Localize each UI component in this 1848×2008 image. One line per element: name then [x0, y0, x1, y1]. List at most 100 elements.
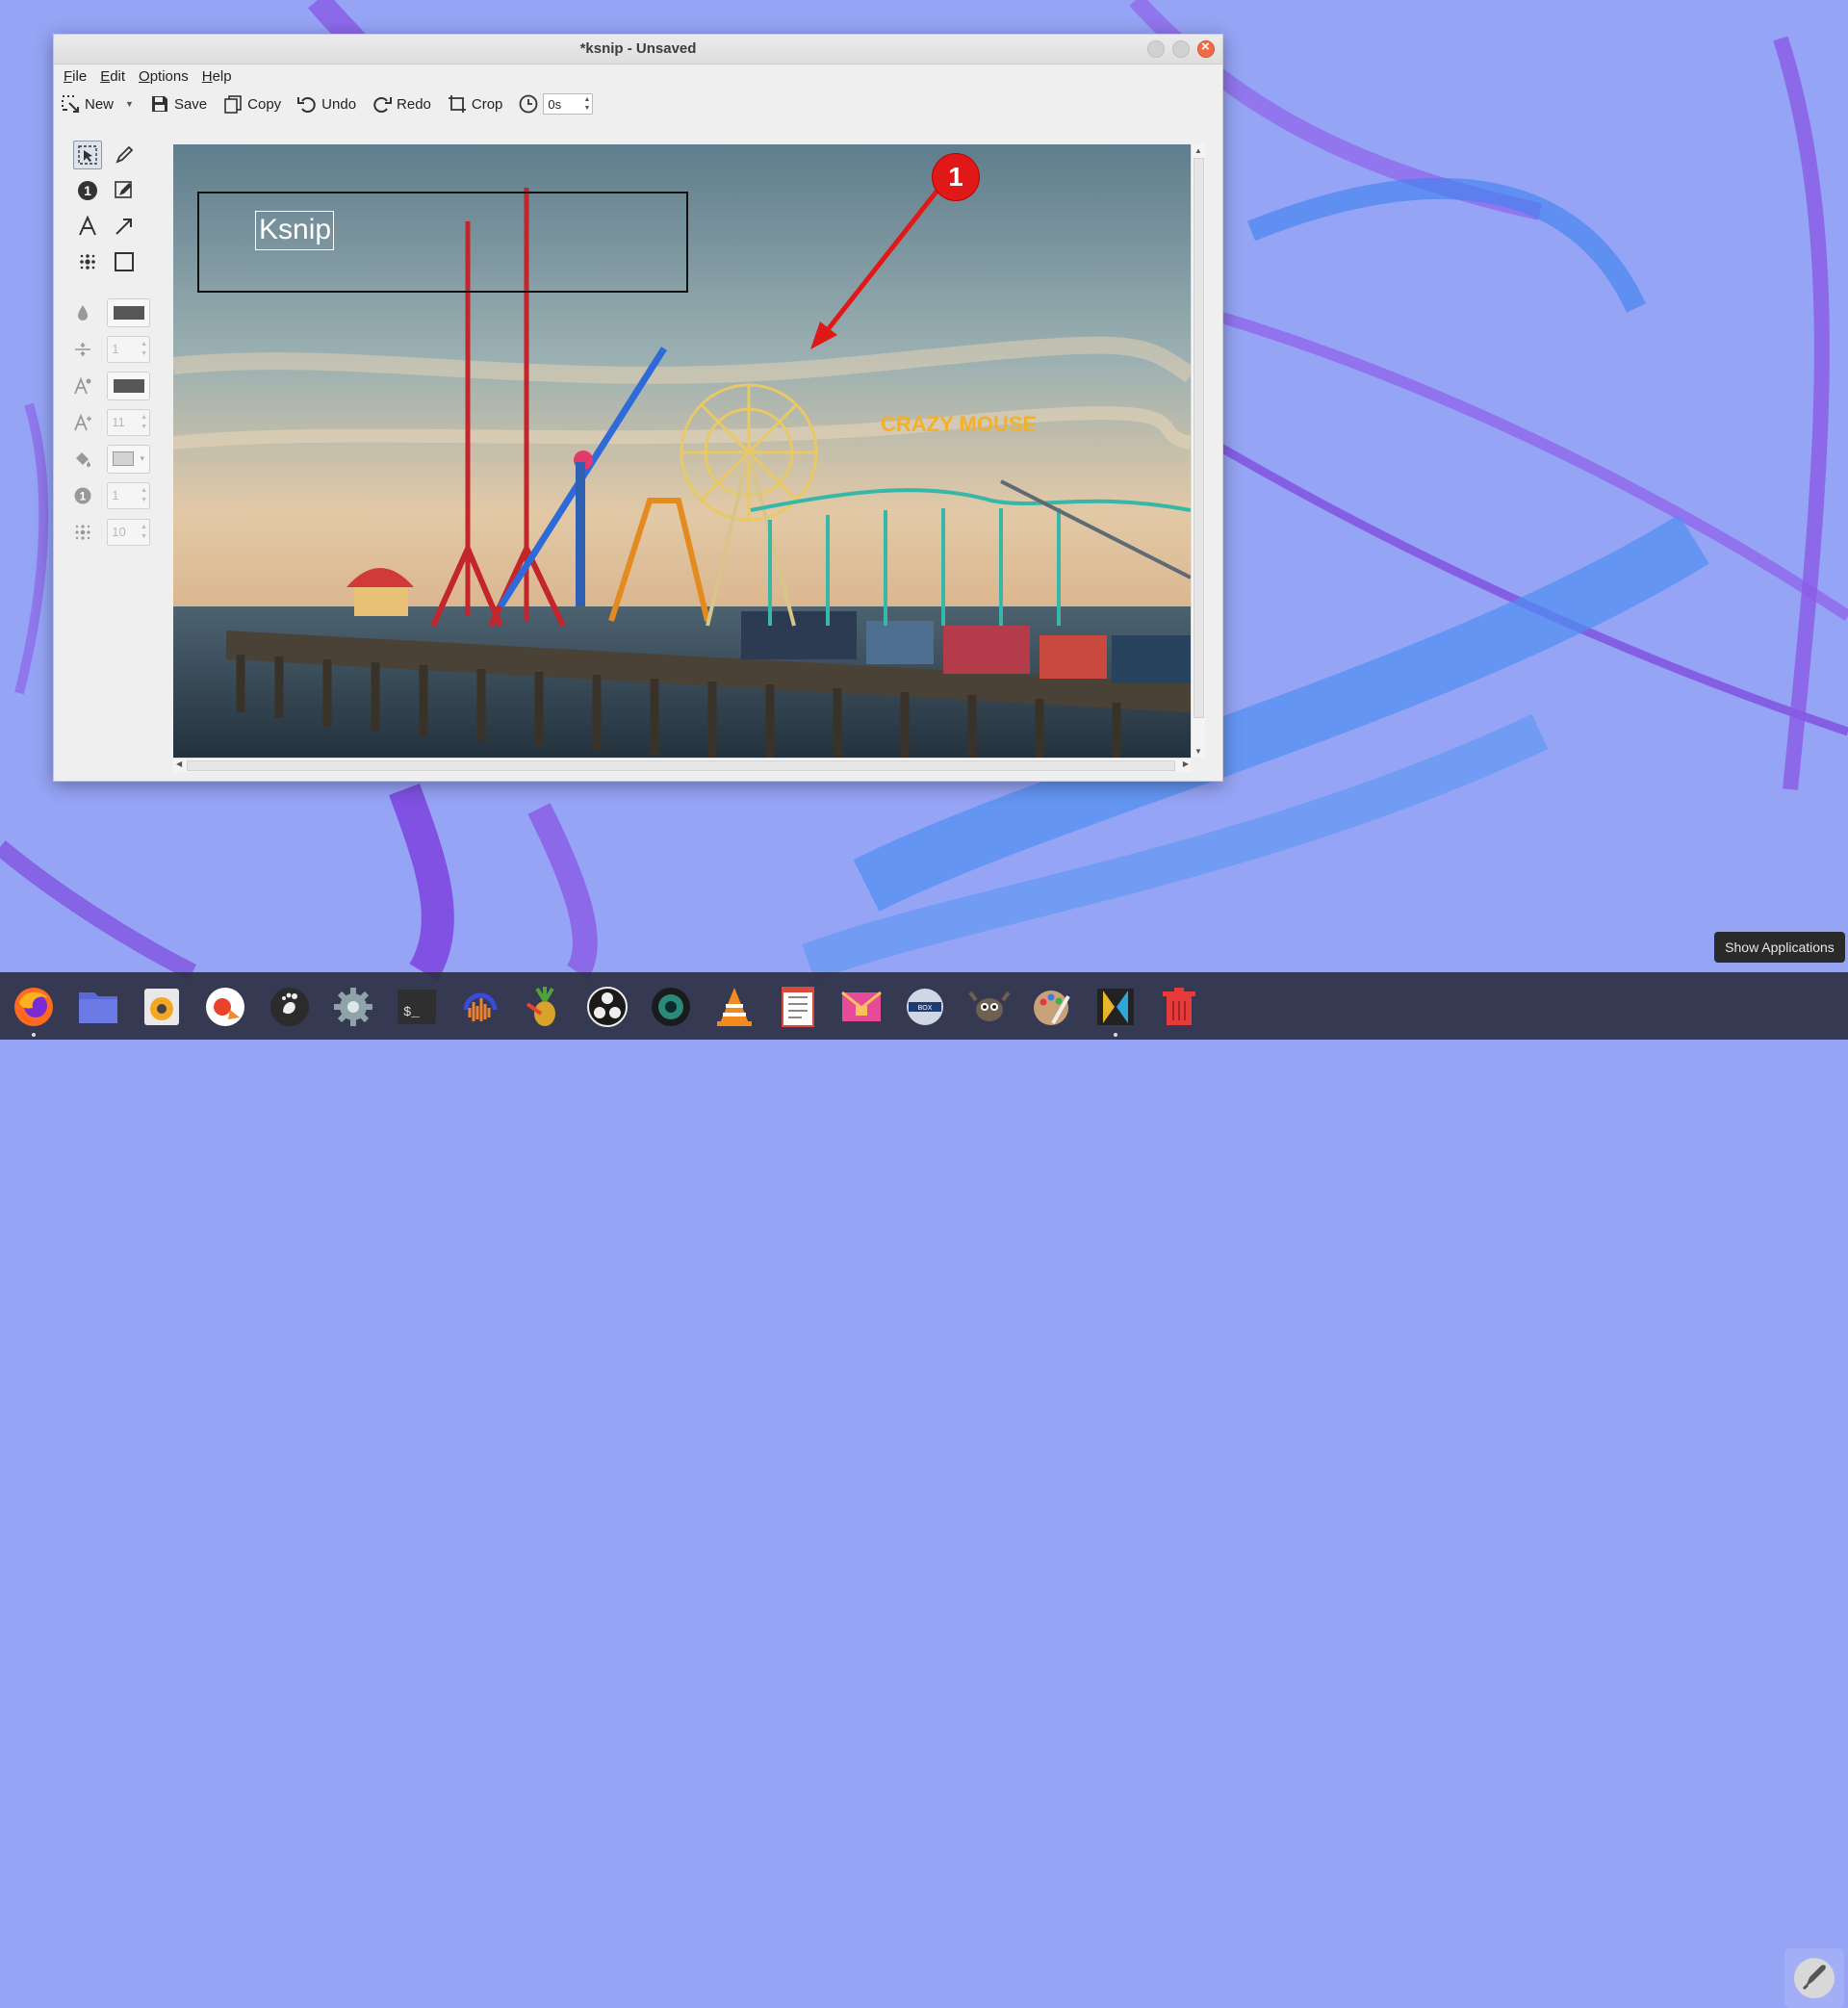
scroll-down-icon[interactable]: ▼: [1194, 747, 1202, 756]
settings-gear-icon: [334, 988, 372, 1026]
horizontal-scroll-thumb[interactable]: [187, 760, 1175, 771]
redo-label: Redo: [397, 95, 431, 113]
window-titlebar[interactable]: *ksnip - Unsaved: [54, 35, 1222, 64]
scroll-up-icon[interactable]: ▲: [1194, 146, 1202, 155]
blur-strength-icon: [73, 521, 92, 544]
copy-button[interactable]: Copy: [222, 93, 281, 115]
dock-audacity[interactable]: [456, 983, 504, 1031]
delay-spinbox[interactable]: 0s ▲ ▼: [543, 93, 594, 115]
blur-spinbox[interactable]: 10 ▲ ▼: [107, 518, 150, 546]
new-button[interactable]: New ▼: [60, 93, 134, 115]
dock-trash[interactable]: [1155, 983, 1203, 1031]
dock-firefox[interactable]: [10, 983, 58, 1037]
spin-arrows-icon[interactable]: ▲ ▼: [583, 95, 590, 113]
dock-settings[interactable]: [329, 983, 377, 1031]
terminal-icon: $_: [398, 990, 436, 1024]
select-icon: [78, 145, 97, 165]
dock-gimp[interactable]: [964, 983, 1013, 1031]
delay-value: 0s: [548, 96, 562, 112]
text-tool-button[interactable]: [73, 212, 102, 241]
gimp-icon: [968, 991, 1011, 1021]
dock-mail[interactable]: [837, 983, 886, 1031]
folder-icon: [79, 992, 117, 1023]
dock-camera[interactable]: [647, 983, 695, 1031]
redo-button[interactable]: Redo: [372, 93, 431, 115]
palette-icon: [1034, 991, 1070, 1025]
undo-button[interactable]: Undo: [296, 93, 356, 115]
number-annotation[interactable]: 1: [933, 154, 979, 200]
delay-control: 0s ▲ ▼: [518, 93, 594, 115]
redo-icon: [373, 97, 393, 113]
text-color-swatch: [113, 378, 144, 393]
dock-pineapple[interactable]: [520, 983, 568, 1031]
fill-swatch: [113, 451, 135, 466]
dock-vlc[interactable]: [710, 983, 758, 1031]
rocket-icon: [1794, 1958, 1835, 1998]
dock-files[interactable]: [74, 983, 122, 1031]
font-size-spinbox[interactable]: 11 ▲ ▼: [107, 408, 150, 436]
maximize-button[interactable]: [1172, 40, 1190, 58]
marker-icon: [115, 181, 132, 198]
minimize-button[interactable]: [1147, 40, 1165, 58]
select-tool-button[interactable]: [73, 141, 102, 169]
save-button[interactable]: Save: [149, 93, 207, 115]
show-applications-tooltip: Show Applications: [1714, 932, 1845, 963]
undo-icon: [297, 97, 316, 113]
dock-paint[interactable]: [1028, 983, 1076, 1031]
marker-tool-button[interactable]: [110, 176, 139, 205]
font-size-value: 11: [112, 415, 125, 429]
kdenlive-icon: [1097, 989, 1134, 1025]
copy-label: Copy: [247, 95, 282, 113]
svg-text:1: 1: [84, 183, 91, 198]
dock-gnome[interactable]: [266, 983, 314, 1031]
boxes-icon: BOX: [907, 989, 943, 1025]
new-label: New: [85, 95, 115, 113]
dock-notes[interactable]: [774, 983, 822, 1031]
tool-panel: 1 1 ▲ ▼ 11 ▲ ▼ ▾ 1 1 ▲ ▼ 10 ▲ ▼: [73, 141, 150, 553]
color-picker[interactable]: [107, 297, 150, 327]
text-icon: [79, 216, 96, 236]
crop-label: Crop: [471, 95, 503, 113]
audacity-icon: [463, 992, 498, 1021]
dock-openshot[interactable]: [201, 983, 249, 1031]
firefox-icon: [14, 988, 53, 1026]
number-spinbox[interactable]: 1 ▲ ▼: [107, 481, 150, 509]
horizontal-scrollbar[interactable]: ◀ ▶: [173, 758, 1191, 772]
number-tool-button[interactable]: 1: [73, 176, 102, 205]
dock-terminal[interactable]: $_: [393, 983, 441, 1031]
dock-kdenlive[interactable]: [1091, 983, 1140, 1037]
text-annotation[interactable]: Ksnip: [255, 211, 335, 250]
crop-button[interactable]: Crop: [447, 93, 503, 115]
dock-rhythmbox[interactable]: [138, 983, 186, 1031]
dock-obs[interactable]: [583, 983, 631, 1031]
obs-icon: [587, 987, 628, 1027]
scroll-right-icon[interactable]: ▶: [1183, 759, 1189, 768]
menu-help[interactable]: Help: [200, 66, 234, 87]
rectangle-tool-button[interactable]: [110, 247, 139, 276]
close-button[interactable]: [1197, 39, 1215, 58]
vertical-scroll-thumb[interactable]: [1194, 158, 1204, 718]
svg-text:1: 1: [80, 489, 87, 502]
text-color-picker[interactable]: [107, 371, 150, 400]
scroll-left-icon[interactable]: ◀: [176, 759, 182, 768]
blur-value: 10: [112, 525, 126, 539]
arrow-tool-button[interactable]: [110, 212, 139, 241]
annotation-canvas[interactable]: CRAZY MOUSE Ksnip 1: [173, 144, 1191, 758]
show-applications-button[interactable]: [1784, 1948, 1844, 2008]
mail-lock-icon: [841, 991, 882, 1021]
vertical-scrollbar[interactable]: ▲ ▼: [1191, 144, 1205, 758]
toolbar: New ▼ Save Copy Undo Redo Crop 0s ▲ ▼: [54, 88, 1222, 120]
pen-tool-button[interactable]: [110, 141, 139, 169]
blur-tool-button[interactable]: [73, 247, 102, 276]
notes-icon: [782, 987, 814, 1027]
width-spinbox[interactable]: 1 ▲ ▼: [107, 335, 150, 363]
chevron-down-icon[interactable]: ▼: [125, 99, 134, 109]
save-icon: [151, 96, 167, 112]
dock-boxes[interactable]: BOX: [901, 983, 949, 1031]
menu-edit[interactable]: Edit: [98, 66, 127, 87]
menu-file[interactable]: File: [62, 66, 89, 87]
fill-bucket-icon: [73, 448, 92, 471]
running-indicator: [1114, 1033, 1117, 1037]
menu-options[interactable]: Options: [137, 66, 191, 87]
fill-type-dropdown[interactable]: [107, 444, 150, 474]
